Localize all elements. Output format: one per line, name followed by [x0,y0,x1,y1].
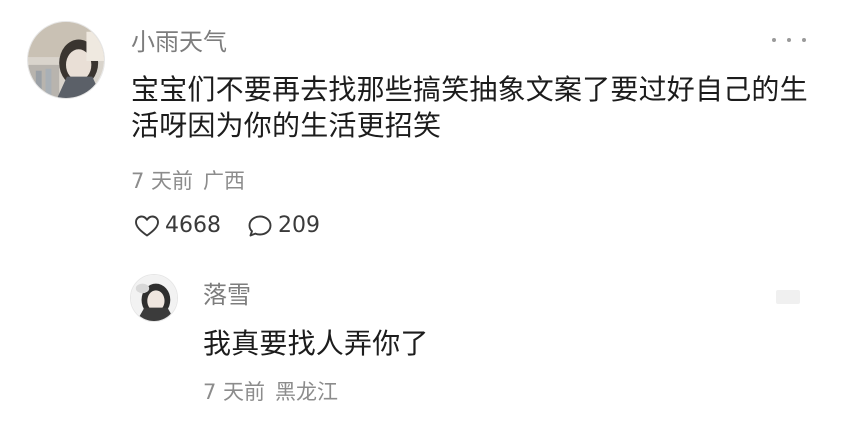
comment-username[interactable]: 小雨天气 [131,27,227,57]
reply-text: 我真要找人弄你了 [203,327,429,360]
reply-button[interactable]: 209 [247,212,320,240]
heart-outline-icon [135,215,159,237]
avatar-photo-icon [131,275,177,321]
more-dot [787,38,791,42]
comment-meta: 7 天前 广西 [131,168,245,194]
more-options-button[interactable] [772,30,806,50]
reply-meta: 7 天前 黑龙江 [203,379,338,405]
avatar-photo-icon [28,22,104,98]
reply-time: 7 天前 [203,380,266,404]
reply-location: 黑龙江 [275,380,339,404]
comment-location: 广西 [203,169,246,193]
comment-time: 7 天前 [131,169,194,193]
more-dot [802,38,806,42]
comment-text: 宝宝们不要再去找那些搞笑抽象文案了要过好自己的生活呀因为你的生活更招笑 [131,73,808,142]
like-button[interactable]: 4668 [134,212,221,240]
more-dots-icon [772,38,776,42]
speech-bubble-icon [248,215,272,237]
watermark-mark [776,290,800,304]
comment-card: 小雨天气 宝宝们不要再去找那些搞笑抽象文案了要过好自己的生活呀因为你的生活更招笑… [0,0,845,421]
reply-count: 209 [278,213,320,238]
comment-actions: 4668 209 [134,210,320,242]
reply-avatar[interactable] [130,274,178,322]
reply-username[interactable]: 落雪 [203,280,251,310]
like-count: 4668 [165,213,221,238]
avatar[interactable] [27,21,105,99]
